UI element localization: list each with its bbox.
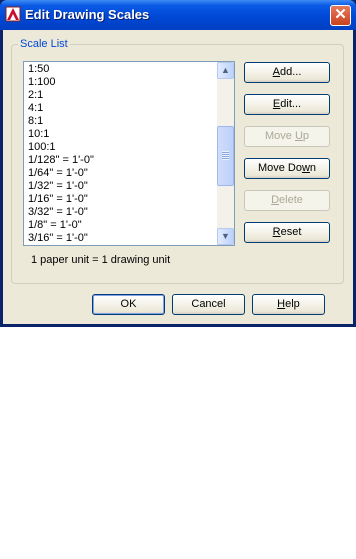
edit-button[interactable]: Edit... [244,94,330,115]
title-bar[interactable]: Edit Drawing Scales ✕ [0,0,356,30]
list-item[interactable]: 8:1 [28,115,216,128]
list-item[interactable]: 3/32" = 1'-0" [28,206,216,219]
list-item[interactable]: 1:100 [28,76,216,89]
list-item[interactable]: 100:1 [28,141,216,154]
list-item[interactable]: 1/128" = 1'-0" [28,154,216,167]
move-down-label-pre: Move Do [257,162,302,174]
list-item[interactable]: 2:1 [28,89,216,102]
delete-label-post: elete [279,194,303,206]
reset-button[interactable]: Reset [244,222,330,243]
unit-text: 1 paper unit = 1 drawing unit [31,254,171,266]
autocad-icon [5,6,21,22]
reset-label-post: eset [280,226,302,238]
scroll-down-button[interactable]: ▼ [217,228,234,245]
reset-label-key: R [272,226,281,238]
list-item[interactable]: 3/16" = 1'-0" [28,232,216,245]
scroll-thumb[interactable] [217,126,234,186]
list-item[interactable]: 1/16" = 1'-0" [28,193,216,206]
arrow-up-icon: ▲ [221,65,230,75]
add-label-post: dd... [279,66,302,78]
ok-label: OK [120,298,137,310]
move-up-button[interactable]: Move Up [244,126,330,147]
dialog-window: Edit Drawing Scales ✕ Scale List 1:50 1:1… [0,0,356,327]
list-item[interactable]: 4:1 [28,102,216,115]
move-down-label-key: w [301,162,310,174]
list-item[interactable]: 10:1 [28,128,216,141]
move-down-label-post: n [309,162,317,174]
cancel-button[interactable]: Cancel [172,294,245,315]
list-item[interactable]: 1/8" = 1'-0" [28,219,216,232]
help-label-key: H [277,298,286,310]
help-button[interactable]: Help [252,294,325,315]
scroll-up-button[interactable]: ▲ [217,62,234,79]
ok-button[interactable]: OK [92,294,165,315]
scale-list-label: Scale List [18,38,70,50]
add-button[interactable]: Add... [244,62,330,83]
vertical-scrollbar[interactable]: ▲ ▼ [217,62,234,245]
move-up-label-pre: Move [264,130,295,142]
scale-listbox[interactable]: 1:50 1:100 2:1 4:1 8:1 10:1 100:1 1/128" = 1'-0… [23,61,235,246]
move-up-label-key: U [294,130,303,142]
help-label-post: elp [285,298,300,310]
close-icon: ✕ [334,6,347,23]
scale-list-items: 1:50 1:100 2:1 4:1 8:1 10:1 100:1 1/128" = 1'-0… [28,63,216,245]
move-down-button[interactable]: Move Down [244,158,330,179]
list-item[interactable]: 1/32" = 1'-0" [28,180,216,193]
edit-label-post: dit... [280,98,302,110]
arrow-down-icon: ▼ [221,231,230,241]
window-title: Edit Drawing Scales [25,7,150,22]
delete-label-key: D [271,194,280,206]
list-item[interactable]: 1:50 [28,63,216,76]
grip-icon [222,151,229,160]
move-up-label-post: p [302,130,310,142]
close-button[interactable]: ✕ [330,5,351,26]
add-label-key: A [272,66,280,78]
delete-button[interactable]: Delete [244,190,330,211]
list-item[interactable]: 1/64" = 1'-0" [28,167,216,180]
dialog-body: Scale List 1:50 1:100 2:1 4:1 8:1 10:1 100:1 1/… [3,30,353,324]
cancel-label: Cancel [191,298,226,310]
